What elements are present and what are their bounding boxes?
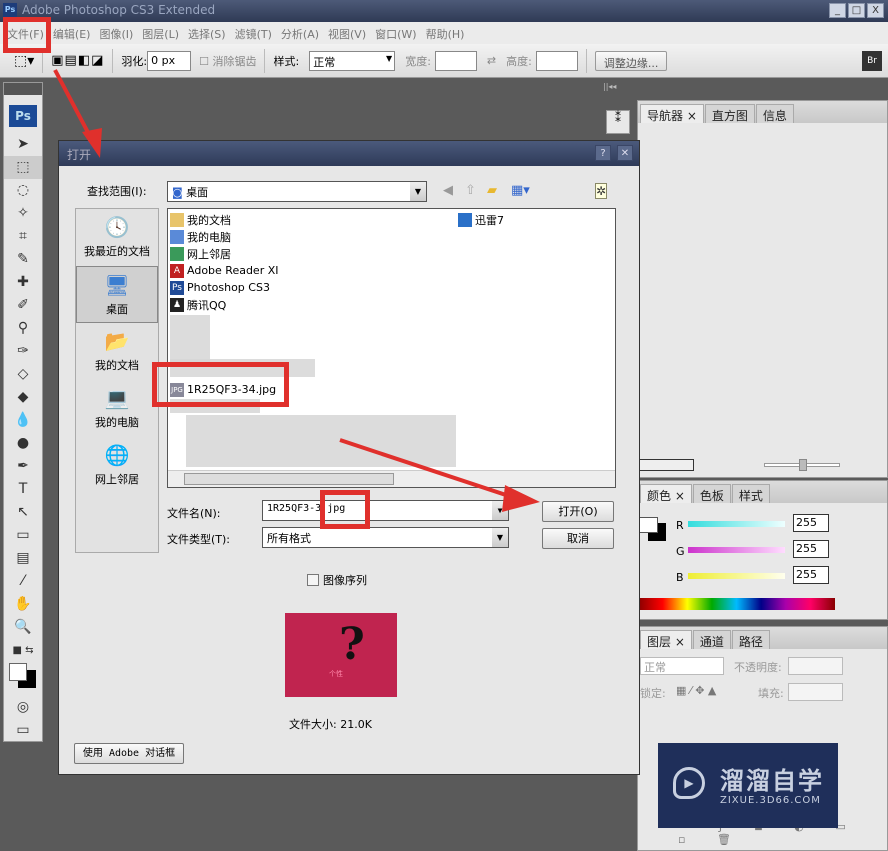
- annotation-arrows: [53, 69, 540, 512]
- arrow-line: [53, 69, 94, 141]
- arrow-head: [502, 485, 540, 512]
- arrow-head: [82, 128, 102, 158]
- arrow-line: [339, 438, 516, 500]
